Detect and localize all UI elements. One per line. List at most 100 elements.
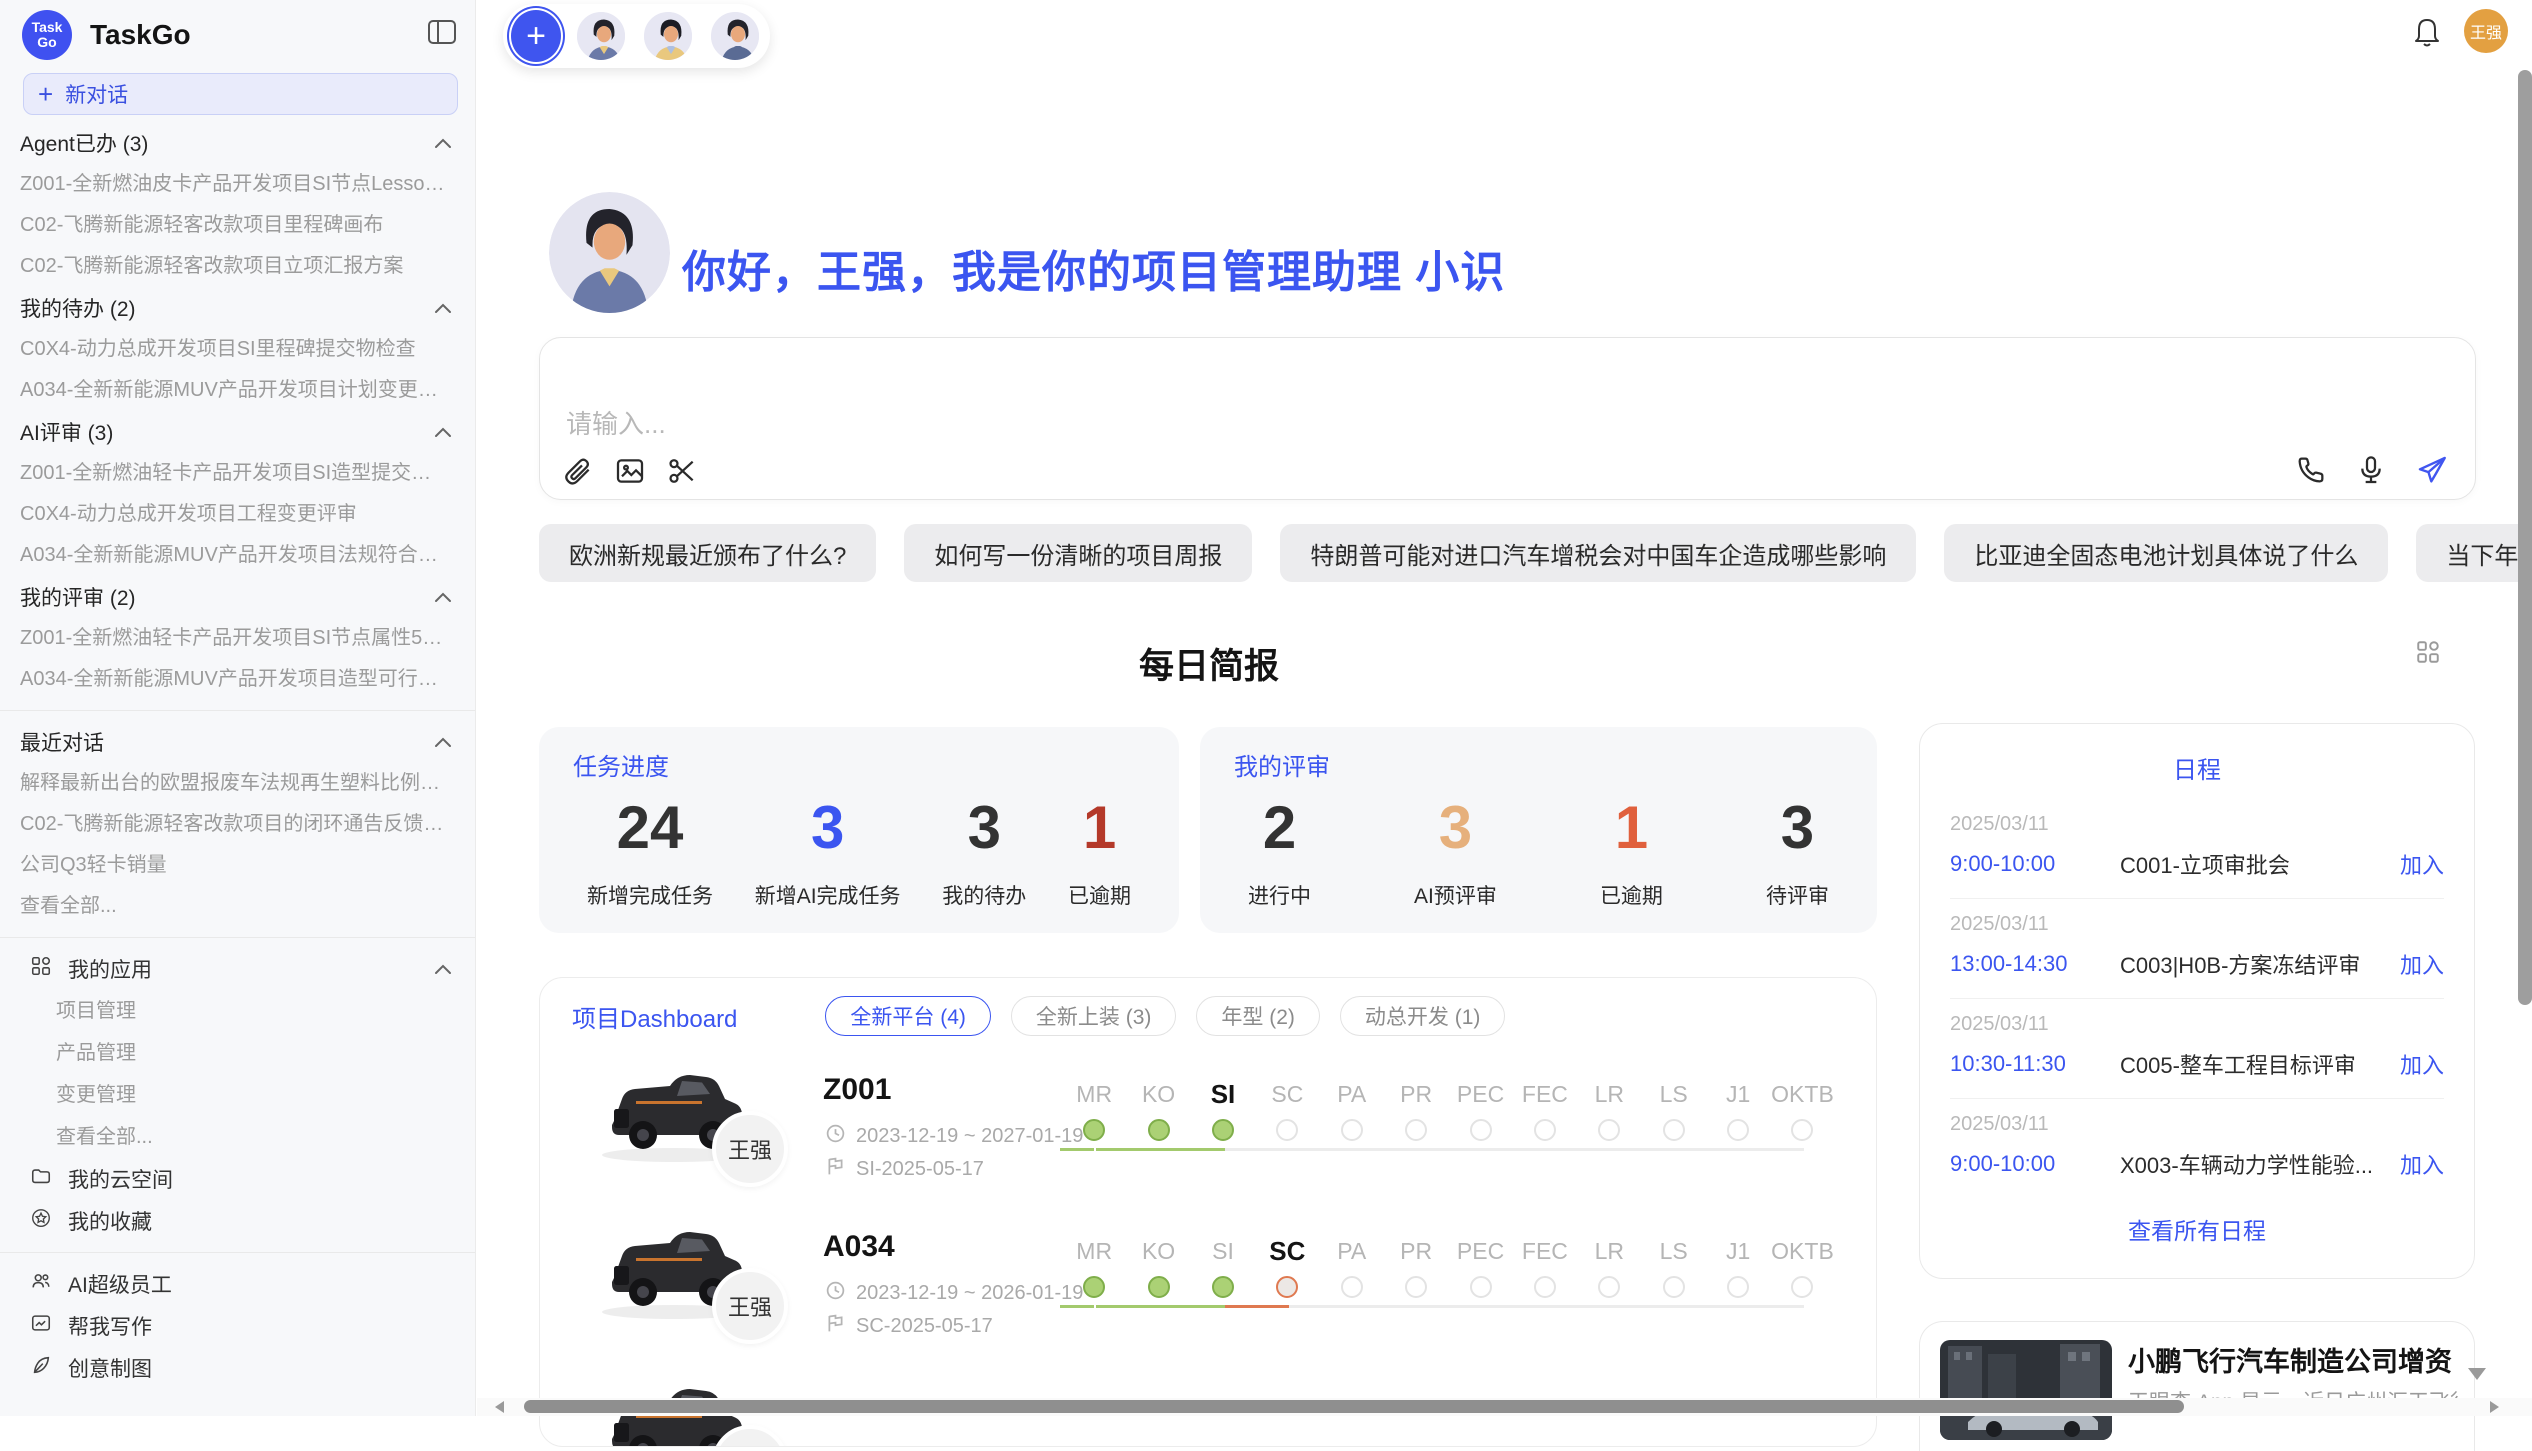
add-agent-button[interactable]: + xyxy=(511,10,561,62)
milestone-OKTB[interactable]: OKTB xyxy=(1770,1049,1834,1141)
sidebar-section-header[interactable]: AI评审 (3) xyxy=(0,411,476,453)
sidebar-item[interactable]: 公司Q3轻卡销量 xyxy=(0,845,476,886)
milestone-LR[interactable]: LR xyxy=(1577,1206,1641,1298)
milestone-SI[interactable]: SI xyxy=(1191,1206,1255,1298)
suggestion-chip-4[interactable]: 比亚迪全固态电池计划具体说了什么 xyxy=(1944,524,2388,582)
horizontal-scrollbar-thumb[interactable] xyxy=(524,1400,2184,1413)
dashboard-tab-2[interactable]: 全新上装 (3) xyxy=(1011,996,1177,1036)
sidebar-section-header[interactable]: Agent已办 (3) xyxy=(0,122,476,164)
milestone-SC[interactable]: SC xyxy=(1255,1049,1319,1141)
schedule-join-button[interactable]: 加入 xyxy=(2400,1148,2444,1180)
user-avatar[interactable]: 王强 xyxy=(2464,9,2508,53)
dashboard-tab-1[interactable]: 全新平台 (4) xyxy=(825,996,991,1036)
milestone-PA[interactable]: PA xyxy=(1320,1206,1384,1298)
schedule-join-button[interactable]: 加入 xyxy=(2400,1048,2444,1080)
sidebar-section-header[interactable]: 我的待办 (2) xyxy=(0,287,476,329)
layout-grid-icon[interactable] xyxy=(2415,639,2441,670)
milestone-SI[interactable]: SI xyxy=(1191,1049,1255,1141)
microphone-icon[interactable] xyxy=(2355,454,2387,486)
sidebar-item[interactable]: A034-全新新能源MUV产品开发项目造型可行性评审 xyxy=(0,659,476,700)
sidebar-tool-write[interactable]: 帮我写作 xyxy=(0,1305,476,1347)
chat-input[interactable] xyxy=(540,338,2475,448)
notification-bell-icon[interactable] xyxy=(2412,16,2442,55)
chevron-up-icon[interactable] xyxy=(434,964,452,975)
milestone-FEC[interactable]: FEC xyxy=(1513,1206,1577,1298)
milestone-LS[interactable]: LS xyxy=(1642,1206,1706,1298)
voice-call-icon[interactable] xyxy=(2295,454,2327,486)
scroll-left-arrow-icon[interactable] xyxy=(495,1401,504,1413)
sidebar-item[interactable]: Z001-全新燃油皮卡产品开发项目SI节点Lesson Learn报告 xyxy=(0,164,476,205)
sidebar-tool-feather[interactable]: 创意制图 xyxy=(0,1347,476,1389)
sidebar-item[interactable]: C02-飞腾新能源轻客改款项目的闭环通告反馈情况 xyxy=(0,804,476,845)
milestone-MR[interactable]: MR xyxy=(1062,1049,1126,1141)
sidebar-item[interactable]: C0X4-动力总成开发项目SI里程碑提交物检查 xyxy=(0,329,476,370)
sidebar-item[interactable]: Z001-全新燃油轻卡产品开发项目SI造型提交物评审 xyxy=(0,453,476,494)
sidebar-item[interactable]: 解释最新出台的欧盟报废车法规再生塑料比例被调至15%... xyxy=(0,763,476,804)
sidebar-item[interactable]: A034-全新新能源MUV产品开发项目法规符合性评审 xyxy=(0,535,476,576)
milestone-KO[interactable]: KO xyxy=(1126,1206,1190,1298)
milestone-PR[interactable]: PR xyxy=(1384,1206,1448,1298)
milestone-MR[interactable]: MR xyxy=(1062,1206,1126,1298)
sidebar-item[interactable]: C0X4-动力总成开发项目工程变更评审 xyxy=(0,494,476,535)
sidebar-section-title: Agent已办 (3) xyxy=(20,128,148,158)
schedule-view-all-link[interactable]: 查看所有日程 xyxy=(1920,1212,2474,1246)
sidebar-app-item[interactable]: 查看全部... xyxy=(0,1116,476,1158)
sidebar-app-item[interactable]: 项目管理 xyxy=(0,990,476,1032)
sidebar-item-star[interactable]: 我的收藏 xyxy=(0,1200,476,1242)
stat-label: 新增完成任务 xyxy=(587,880,713,910)
milestone-J1[interactable]: J1 xyxy=(1706,1049,1770,1141)
agent-avatar-3[interactable] xyxy=(708,9,762,63)
dashboard-tab-4[interactable]: 动总开发 (1) xyxy=(1340,996,1506,1036)
milestone-KO[interactable]: KO xyxy=(1126,1049,1190,1141)
dashboard-tab-3[interactable]: 年型 (2) xyxy=(1196,996,1320,1036)
milestone-LR[interactable]: LR xyxy=(1577,1049,1641,1141)
sidebar-section-header[interactable]: 我的评审 (2) xyxy=(0,576,476,618)
schedule-join-button[interactable]: 加入 xyxy=(2400,948,2444,980)
chevron-up-icon[interactable] xyxy=(434,737,452,748)
scissors-icon[interactable] xyxy=(666,455,698,487)
suggestion-chip-2[interactable]: 如何写一份清晰的项目周报 xyxy=(904,524,1252,582)
sidebar-item[interactable]: A034-全新新能源MUV产品开发项目计划变更表编写 xyxy=(0,370,476,411)
sidebar-section-header[interactable]: 最近对话 xyxy=(0,721,476,763)
agent-avatar-1[interactable] xyxy=(574,9,628,63)
milestone-connector xyxy=(1740,1148,1804,1151)
sidebar-item-folder[interactable]: 我的云空间 xyxy=(0,1158,476,1200)
vertical-scrollbar-thumb[interactable] xyxy=(2518,70,2532,1005)
agent-avatar-2[interactable] xyxy=(641,9,695,63)
sidebar-app-item[interactable]: 产品管理 xyxy=(0,1032,476,1074)
sidebar-item[interactable]: C02-飞腾新能源轻客改款项目里程碑画布 xyxy=(0,205,476,246)
attachment-icon[interactable] xyxy=(562,455,594,487)
scroll-down-arrow-icon[interactable] xyxy=(2468,1368,2486,1380)
schedule-join-button[interactable]: 加入 xyxy=(2400,848,2444,880)
project-row[interactable]: 王强 Z001 2023-12-19 ~ 2027-01-19 SI-2025-… xyxy=(540,1049,1876,1206)
chevron-up-icon[interactable] xyxy=(434,427,452,438)
milestone-PR[interactable]: PR xyxy=(1384,1049,1448,1141)
project-row[interactable]: 王强 A034 2023-12-19 ~ 2026-01-19 SC-2025-… xyxy=(540,1206,1876,1363)
send-icon[interactable] xyxy=(2415,453,2449,487)
milestone-LS[interactable]: LS xyxy=(1642,1049,1706,1141)
milestone-PEC[interactable]: PEC xyxy=(1448,1049,1512,1141)
sidebar-item[interactable]: C02-飞腾新能源轻客改款项目立项汇报方案 xyxy=(0,246,476,287)
milestone-OKTB[interactable]: OKTB xyxy=(1770,1206,1834,1298)
milestone-SC[interactable]: SC xyxy=(1255,1206,1319,1298)
chevron-up-icon[interactable] xyxy=(434,303,452,314)
sidebar-tool-people[interactable]: AI超级员工 xyxy=(0,1263,476,1305)
chevron-up-icon[interactable] xyxy=(434,592,452,603)
sidebar-item-my-apps[interactable]: 我的应用 xyxy=(0,948,476,990)
sidebar-item[interactable]: Z001-全新燃油轻卡产品开发项目SI节点属性5D文件评审 xyxy=(0,618,476,659)
chevron-up-icon[interactable] xyxy=(434,138,452,149)
milestone-J1[interactable]: J1 xyxy=(1706,1206,1770,1298)
sidebar-app-item[interactable]: 变更管理 xyxy=(0,1074,476,1116)
suggestion-chip-3[interactable]: 特朗普可能对进口汽车增税会对中国车企造成哪些影响 xyxy=(1280,524,1916,582)
image-icon[interactable] xyxy=(614,455,646,487)
sidebar-collapse-icon[interactable] xyxy=(427,18,457,51)
news-card[interactable]: 小鹏飞行汽车制造公司增资 天眼查 App 显示，近日广州汇天飞行汽... xyxy=(1919,1321,2475,1451)
sidebar-item[interactable]: 查看全部... xyxy=(0,886,476,927)
scroll-right-arrow-icon[interactable] xyxy=(2490,1401,2499,1413)
suggestion-chip-5[interactable]: 当下年轻人对汽车外观有怎样的喜好趋势 xyxy=(2416,524,2532,582)
milestone-PEC[interactable]: PEC xyxy=(1448,1206,1512,1298)
new-chat-button[interactable]: + 新对话 xyxy=(23,73,458,115)
milestone-PA[interactable]: PA xyxy=(1320,1049,1384,1141)
suggestion-chip-1[interactable]: 欧洲新规最近颁布了什么? xyxy=(539,524,876,582)
milestone-FEC[interactable]: FEC xyxy=(1513,1049,1577,1141)
